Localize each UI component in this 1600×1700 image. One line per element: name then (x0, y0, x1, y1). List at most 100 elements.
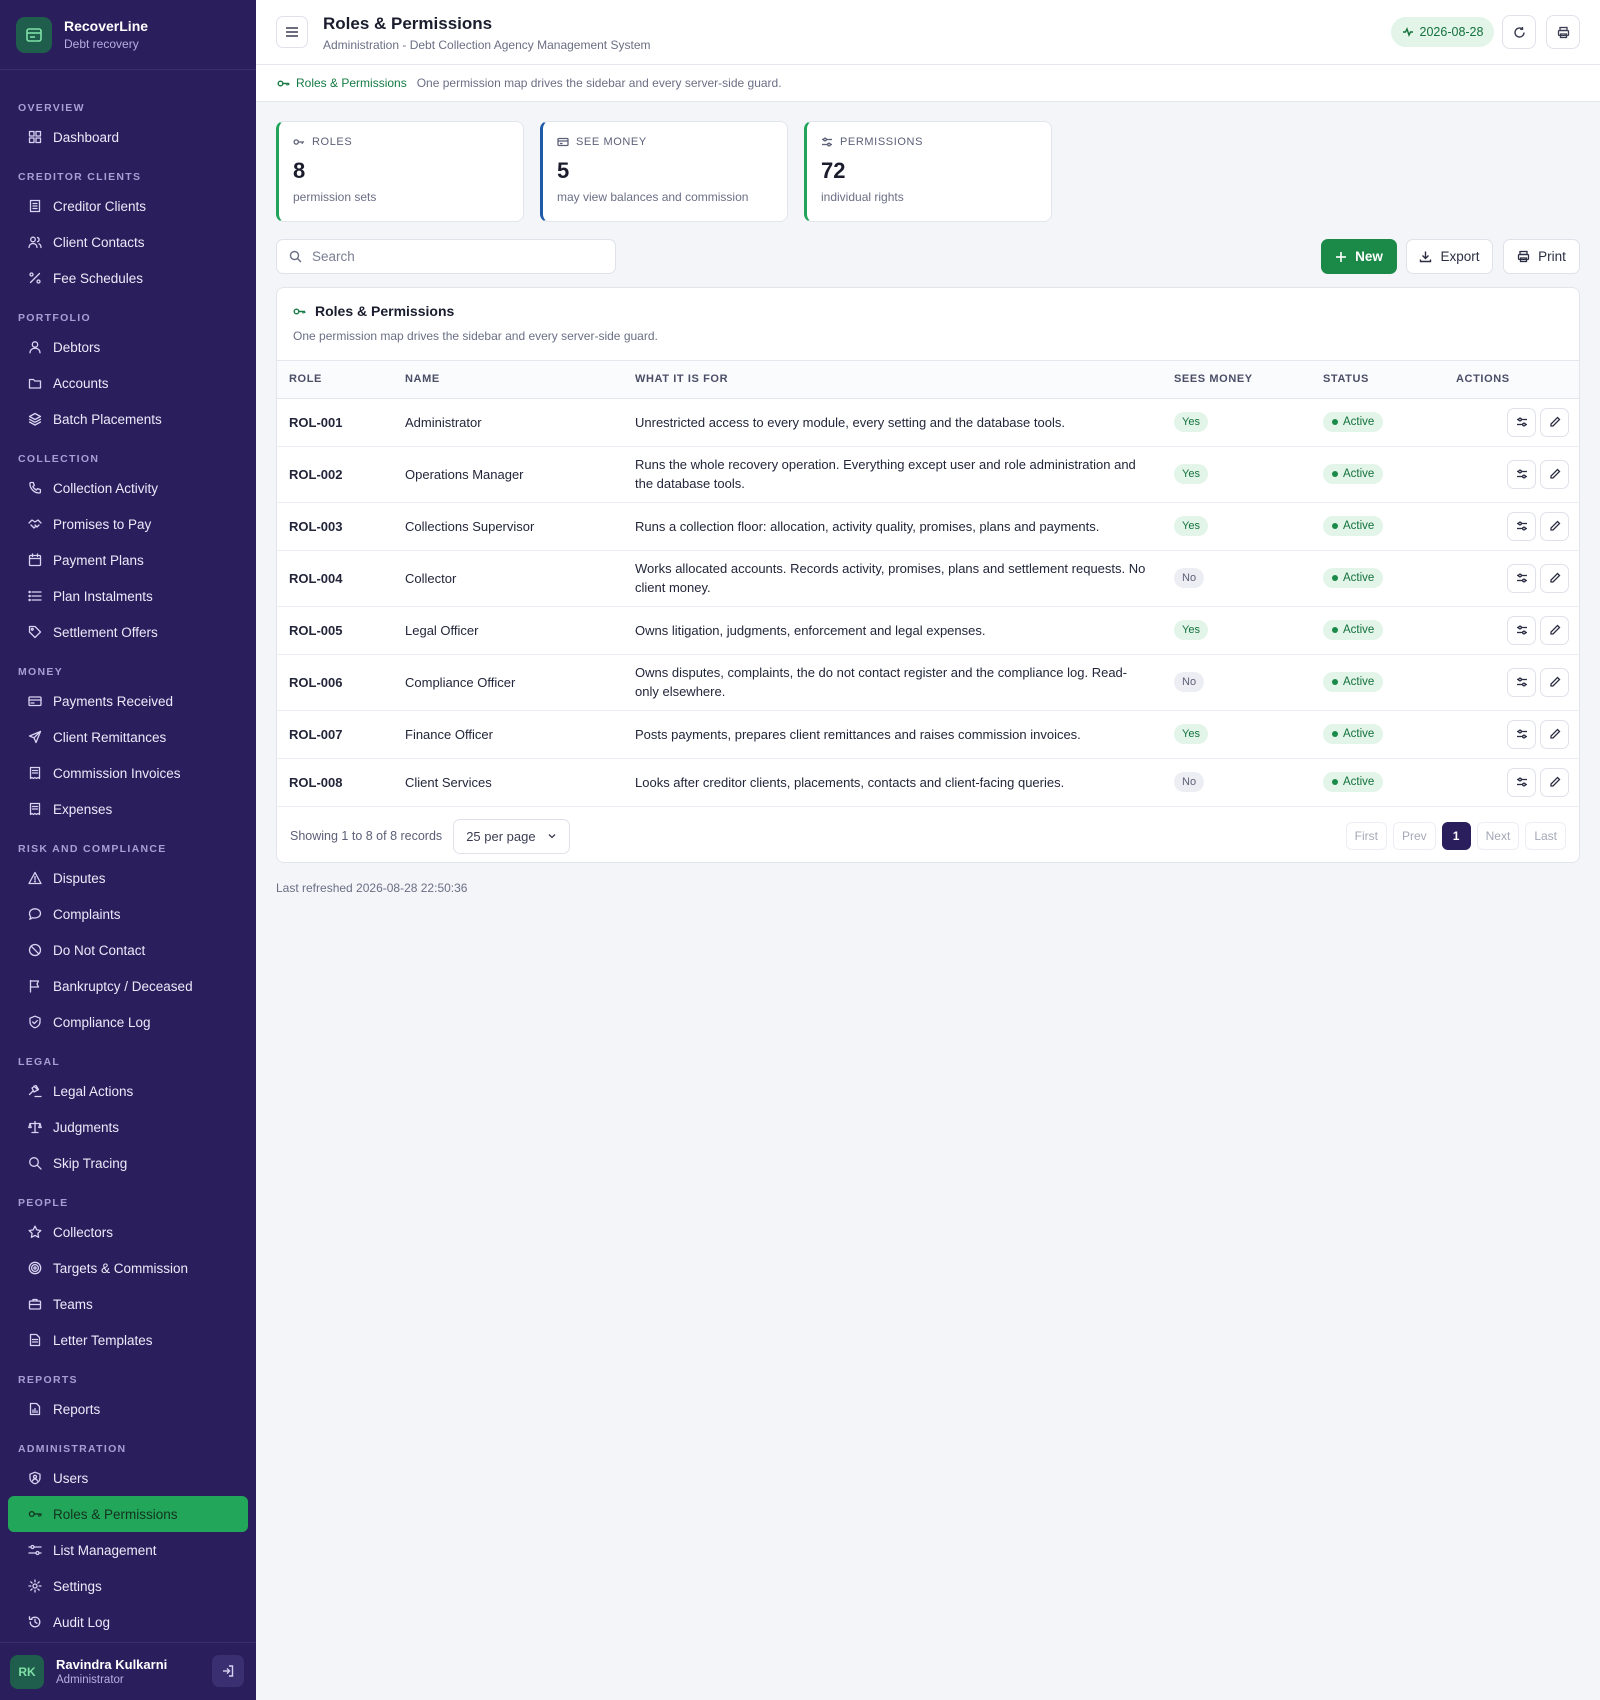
sidebar-item-disputes[interactable]: Disputes (8, 860, 248, 896)
sidebar-item-roles-permissions[interactable]: Roles & Permissions (8, 1496, 248, 1532)
sidebar-item-collection-activity[interactable]: Collection Activity (8, 470, 248, 506)
sidebar-item-targets-commission[interactable]: Targets & Commission (8, 1250, 248, 1286)
role-code: ROL-006 (277, 654, 393, 711)
sidebar-item-collectors[interactable]: Collectors (8, 1214, 248, 1250)
permissions-button[interactable] (1507, 511, 1536, 541)
sidebar-item-legal-actions[interactable]: Legal Actions (8, 1073, 248, 1109)
permissions-button[interactable] (1507, 615, 1536, 645)
page-current-button[interactable]: 1 (1441, 822, 1471, 850)
sidebar-item-reports[interactable]: Reports (8, 1391, 248, 1427)
refresh-button[interactable] (1502, 15, 1536, 49)
sidebar-item-commission-invoices[interactable]: Commission Invoices (8, 755, 248, 791)
table-row[interactable]: ROL-001 Administrator Unrestricted access … (277, 398, 1579, 447)
table-row[interactable]: ROL-006 Compliance Officer Owns disputes, … (277, 654, 1579, 711)
brand[interactable]: RecoverLine Debt recovery (0, 0, 256, 70)
column-header[interactable]: ROLE (277, 361, 393, 399)
edit-button[interactable] (1540, 667, 1569, 697)
sidebar-item-batch-placements[interactable]: Batch Placements (8, 401, 248, 437)
edit-button[interactable] (1540, 459, 1569, 489)
receipt-icon (28, 802, 42, 816)
status-text: Active (1343, 468, 1375, 480)
table-row[interactable]: ROL-003 Collections Supervisor Runs a coll… (277, 502, 1579, 551)
column-header[interactable]: NAME (393, 361, 623, 399)
column-header[interactable]: SEES MONEY (1162, 361, 1311, 399)
sidebar-item-complaints[interactable]: Complaints (8, 896, 248, 932)
permissions-button[interactable] (1507, 459, 1536, 489)
sidebar-item-judgments[interactable]: Judgments (8, 1109, 248, 1145)
sidebar-nav: OVERVIEW Dashboard CREDITOR CLIENTS Credito… (0, 70, 256, 1640)
status-cell: Active (1311, 398, 1444, 447)
table-row[interactable]: ROL-005 Legal Officer Owns litigation, jud… (277, 606, 1579, 655)
edit-button[interactable] (1540, 407, 1569, 437)
header-print-button[interactable] (1546, 15, 1580, 49)
status-text: Active (1343, 728, 1375, 740)
edit-button[interactable] (1540, 563, 1569, 593)
sidebar-item-label: Compliance Log (53, 1014, 151, 1030)
table-row[interactable]: ROL-008 Client Services Looks after credit… (277, 758, 1579, 807)
edit-button[interactable] (1540, 719, 1569, 749)
export-button-label: Export (1440, 249, 1480, 264)
print-button[interactable]: Print (1503, 239, 1580, 274)
gavel-icon (28, 1084, 42, 1098)
sidebar-item-settings[interactable]: Settings (8, 1568, 248, 1604)
sidebar-item-bankruptcy-deceased[interactable]: Bankruptcy / Deceased (8, 968, 248, 1004)
sidebar-item-plan-instalments[interactable]: Plan Instalments (8, 578, 248, 614)
sidebar-item-creditor-clients[interactable]: Creditor Clients (8, 188, 248, 224)
search-box[interactable] (276, 239, 616, 274)
edit-button[interactable] (1540, 615, 1569, 645)
table-row[interactable]: ROL-007 Finance Officer Posts payments, pr… (277, 710, 1579, 759)
menu-toggle-button[interactable] (276, 16, 308, 48)
sidebar-item-client-contacts[interactable]: Client Contacts (8, 224, 248, 260)
actions-cell (1444, 758, 1579, 807)
permissions-button[interactable] (1507, 407, 1536, 437)
table-row[interactable]: ROL-002 Operations Manager Runs the whole … (277, 446, 1579, 503)
page-first-button[interactable]: First (1345, 822, 1387, 850)
new-button[interactable]: New (1321, 239, 1397, 274)
edit-button[interactable] (1540, 511, 1569, 541)
sidebar-item-skip-tracing[interactable]: Skip Tracing (8, 1145, 248, 1181)
actions-cell (1444, 446, 1579, 503)
edit-button[interactable] (1540, 767, 1569, 797)
sidebar-item-compliance-log[interactable]: Compliance Log (8, 1004, 248, 1040)
sidebar-item-payment-plans[interactable]: Payment Plans (8, 542, 248, 578)
column-header[interactable]: STATUS (1311, 361, 1444, 399)
sidebar-item-teams[interactable]: Teams (8, 1286, 248, 1322)
user-profile[interactable]: RK Ravindra Kulkarni Administrator (0, 1642, 256, 1700)
logout-button[interactable] (212, 1655, 244, 1687)
sliders-icon (1516, 417, 1527, 427)
page-next-button[interactable]: Next (1476, 822, 1520, 850)
sidebar-item-audit-log[interactable]: Audit Log (8, 1604, 248, 1640)
sees-money-badge: Yes (1174, 724, 1208, 744)
export-button[interactable]: Export (1406, 239, 1493, 274)
sidebar-item-client-remittances[interactable]: Client Remittances (8, 719, 248, 755)
sidebar-item-payments-received[interactable]: Payments Received (8, 683, 248, 719)
breadcrumb-current[interactable]: Roles & Permissions (296, 76, 407, 90)
page-last-button[interactable]: Last (1525, 822, 1566, 850)
permissions-button[interactable] (1507, 563, 1536, 593)
sidebar-item-debtors[interactable]: Debtors (8, 329, 248, 365)
sidebar-item-dashboard[interactable]: Dashboard (8, 119, 248, 155)
table-row[interactable]: ROL-004 Collector Works allocated accounts… (277, 550, 1579, 607)
sidebar-item-label: Fee Schedules (53, 270, 144, 286)
sidebar-item-settlement-offers[interactable]: Settlement Offers (8, 614, 248, 650)
sidebar-item-fee-schedules[interactable]: Fee Schedules (8, 260, 248, 296)
sidebar-item-letter-templates[interactable]: Letter Templates (8, 1322, 248, 1358)
column-header[interactable]: WHAT IT IS FOR (623, 361, 1162, 399)
permissions-button[interactable] (1507, 719, 1536, 749)
stat-value: 72 (821, 158, 846, 183)
sidebar-item-accounts[interactable]: Accounts (8, 365, 248, 401)
permissions-button[interactable] (1507, 767, 1536, 797)
sidebar-item-promises-to-pay[interactable]: Promises to Pay (8, 506, 248, 542)
sidebar-item-users[interactable]: Users (8, 1460, 248, 1496)
sidebar-item-label: Legal Actions (53, 1083, 134, 1099)
search-input[interactable] (312, 249, 602, 264)
sidebar-item-list-management[interactable]: List Management (8, 1532, 248, 1568)
per-page-select[interactable]: 25 per page (453, 818, 571, 854)
page-prev-button[interactable]: Prev (1392, 822, 1436, 850)
sliders-icon (1516, 469, 1527, 479)
sidebar-item-expenses[interactable]: Expenses (8, 791, 248, 827)
permissions-button[interactable] (1507, 667, 1536, 697)
sidebar-item-do-not-contact[interactable]: Do Not Contact (8, 932, 248, 968)
stat-subtext: individual rights (821, 190, 904, 204)
role-purpose: Owns disputes, complaints, the do not co… (623, 654, 1162, 711)
